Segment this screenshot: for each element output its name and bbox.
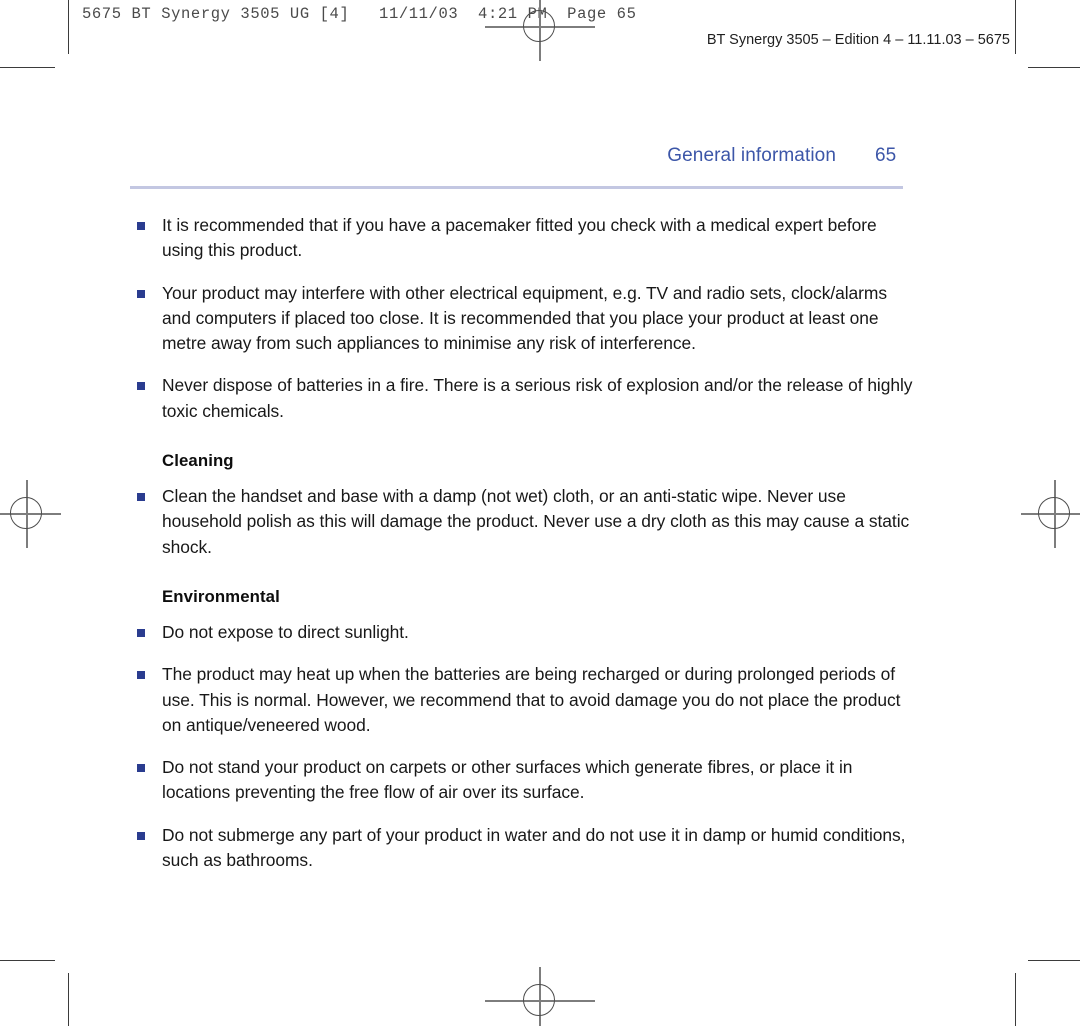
crop-mark-top-left-vertical [68,0,69,54]
crop-mark-top-right-horizontal [1028,67,1080,68]
bullet-square-icon [137,764,145,773]
bullet-item-text: Do not expose to direct sunlight. [162,621,409,642]
bullet-item-text: Do not stand your product on carpets or … [162,757,853,803]
bullet-square-icon [137,831,145,840]
bullet-square-icon [137,671,145,680]
bullet-item-text: Your product may interfere with other el… [162,282,887,354]
bullet-item: It is recommended that if you have a pac… [130,213,920,264]
document-page: 5675 BT Synergy 3505 UG [4] 11/11/03 4:2… [0,0,1080,1026]
body-content: It is recommended that if you have a pac… [130,213,920,890]
bullet-item-text: It is recommended that if you have a pac… [162,215,877,261]
running-head-title: General information [667,145,836,166]
bullet-item: The product may heat up when the batteri… [130,662,920,738]
bullet-square-icon [137,493,145,502]
bullet-item-text: Never dispose of batteries in a fire. Th… [162,375,913,421]
bullet-item: Never dispose of batteries in a fire. Th… [130,373,920,424]
section-heading: Environmental [162,586,280,606]
crop-mark-bottom-right-vertical [1015,973,1016,1026]
registration-mark-left-icon [0,474,67,554]
crop-mark-bottom-right-horizontal [1028,960,1080,961]
bullet-item: Do not expose to direct sunlight. [130,620,920,645]
bullet-item-text: The product may heat up when the batteri… [162,664,901,735]
registration-mark-right-icon [1015,474,1080,554]
running-head: General information 65 [130,145,905,167]
prepress-slug-line: 5675 BT Synergy 3505 UG [4] 11/11/03 4:2… [82,5,637,23]
bullet-item-text: Do not submerge any part of your product… [162,824,906,871]
bullet-square-icon [137,289,145,298]
crop-mark-top-right-vertical [1015,0,1016,54]
header-rule [130,186,903,189]
bullet-item-text: Clean the handset and base with a damp (… [162,486,910,557]
bullet-square-icon [137,222,145,230]
bullet-square-icon [137,382,145,391]
registration-mark-bottom-icon [485,961,595,1026]
bullet-item: Do not submerge any part of your product… [130,823,920,874]
bullet-square-icon [137,628,145,637]
prepress-edition-line: BT Synergy 3505 – Edition 4 – 11.11.03 –… [706,32,1010,48]
section-heading: Cleaning [162,451,234,471]
crop-mark-bottom-left-horizontal [0,960,55,961]
crop-mark-bottom-left-vertical [68,973,69,1026]
page-number: 65 [875,145,897,166]
bullet-item: Clean the handset and base with a damp (… [130,484,920,560]
crop-mark-top-left-horizontal [0,67,55,68]
bullet-item: Do not stand your product on carpets or … [130,755,920,806]
bullet-item: Your product may interfere with other el… [130,281,920,357]
